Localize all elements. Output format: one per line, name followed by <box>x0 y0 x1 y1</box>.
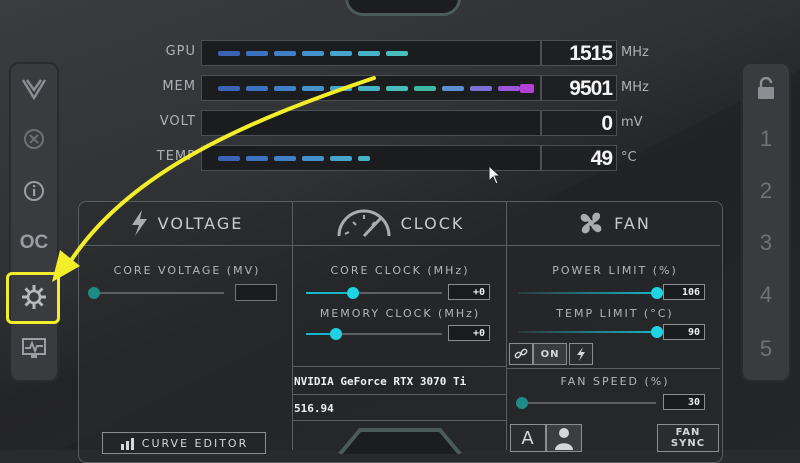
volt-label: VOLT <box>159 114 196 129</box>
fan-speed-input[interactable]: 30 <box>663 394 705 410</box>
fan-section-header: FAN <box>507 201 720 245</box>
clock-title: CLOCK <box>400 213 465 233</box>
profile-1-label: 1 <box>759 126 773 151</box>
fan-title: FAN <box>614 213 651 233</box>
temp-limit-label: TEMP LIMIT (°C) <box>556 307 674 320</box>
core-clock-knob[interactable] <box>347 287 359 299</box>
voltage-value: 0 <box>541 110 617 136</box>
user-icon <box>555 428 573 450</box>
temp-row: TEMP 49 °C <box>140 145 660 171</box>
voltage-title: VOLTAGE <box>157 213 244 233</box>
bars-icon <box>120 438 134 450</box>
top-dial-button[interactable] <box>345 0 461 16</box>
temp-value: 49 <box>541 145 617 171</box>
info-icon[interactable] <box>9 166 59 216</box>
voltage-unit: mV <box>621 115 643 130</box>
power-limit-slider[interactable] <box>518 287 663 299</box>
mem-clock-row: MEM 9501 MHz <box>140 75 660 101</box>
link-on-toggle[interactable]: ON <box>533 343 567 365</box>
core-voltage-slider[interactable] <box>88 287 224 299</box>
core-clock-input[interactable]: +0 <box>448 284 490 300</box>
clock-info-divider <box>293 366 506 367</box>
profile-2-label: 2 <box>759 178 773 203</box>
settings-highlight-box <box>6 272 60 324</box>
panel-header-divider <box>79 245 720 246</box>
fan-icon <box>580 212 602 234</box>
temp-limit-fill <box>518 331 658 333</box>
power-limit-label: POWER LIMIT (%) <box>552 264 678 277</box>
gpu-clock-row: GPU 1515 MHz <box>140 40 660 66</box>
gpu-clock-bar <box>201 40 541 66</box>
profile-2-button[interactable]: 2 <box>741 166 791 216</box>
close-circle-icon[interactable] <box>9 114 59 164</box>
memory-clock-input[interactable]: +0 <box>448 325 490 341</box>
curve-editor-button[interactable]: CURVE EDITOR <box>102 432 266 454</box>
memory-clock-slider[interactable] <box>306 328 442 340</box>
temp-limit-knob[interactable] <box>651 326 663 338</box>
temp-unit: °C <box>621 150 637 165</box>
fan-speed-label: FAN SPEED (%) <box>560 375 670 388</box>
monitor-graph-icon[interactable] <box>9 324 59 374</box>
voltage-bar <box>201 110 541 136</box>
curve-editor-label: CURVE EDITOR <box>141 436 249 450</box>
right-sidebar: 1 2 3 4 5 <box>741 62 791 382</box>
driver-version: 516.94 <box>294 402 334 415</box>
fan-speed-knob[interactable] <box>516 397 528 409</box>
speedometer-icon <box>337 209 391 238</box>
power-limit-fill <box>518 292 658 294</box>
core-clock-label: CORE CLOCK (MHz) <box>330 264 470 277</box>
oc-label: OC <box>19 232 49 253</box>
profile-3-button[interactable]: 3 <box>741 218 791 268</box>
core-clock-fill <box>306 292 353 294</box>
oc-scanner-icon[interactable]: OC <box>9 218 59 268</box>
mouse-cursor-icon <box>488 165 502 185</box>
profile-5-label: 5 <box>759 336 773 361</box>
clock-info-divider-3 <box>293 420 506 421</box>
power-limit-input[interactable]: 106 <box>663 284 705 300</box>
core-clock-slider[interactable] <box>306 287 442 299</box>
clock-section-header: CLOCK <box>293 201 506 245</box>
fan-auto-lightning-button[interactable] <box>569 343 593 365</box>
memory-clock-label: MEMORY CLOCK (MHz) <box>319 307 481 320</box>
gpu-name: NVIDIA GeForce RTX 3070 Ti <box>294 375 467 388</box>
voltage-row: VOLT 0 mV <box>140 110 660 136</box>
fan-speed-slider[interactable] <box>516 397 656 409</box>
power-limit-knob[interactable] <box>651 287 663 299</box>
memory-clock-knob[interactable] <box>330 328 342 340</box>
temp-limit-slider[interactable] <box>518 326 663 338</box>
lock-open-icon[interactable] <box>741 64 791 114</box>
fan-sync-button[interactable]: FAN SYNC <box>657 424 719 452</box>
core-voltage-input[interactable] <box>235 284 277 301</box>
core-voltage-knob[interactable] <box>88 287 100 299</box>
profile-4-button[interactable]: 4 <box>741 270 791 320</box>
link-limits-button[interactable] <box>509 343 533 365</box>
left-sidebar: OC <box>9 62 59 382</box>
lightning-icon <box>131 210 147 236</box>
core-voltage-label: CORE VOLTAGE (MV) <box>113 264 261 277</box>
mem-label: MEM <box>162 79 196 94</box>
mem-clock-value: 9501 <box>541 75 617 101</box>
profile-3-label: 3 <box>759 230 773 255</box>
profile-4-label: 4 <box>759 282 773 307</box>
gpu-clock-value: 1515 <box>541 40 617 66</box>
gpu-clock-unit: MHz <box>621 45 649 60</box>
lightning-small-icon <box>577 347 585 361</box>
temp-label: TEMP <box>156 149 196 164</box>
fan-user-button[interactable] <box>546 424 582 452</box>
msi-dragon-icon[interactable] <box>9 64 59 114</box>
fan-auto-button[interactable]: A <box>510 424 546 452</box>
profile-5-button[interactable]: 5 <box>741 324 791 374</box>
gpu-label: GPU <box>165 44 196 59</box>
temp-limit-input[interactable]: 90 <box>663 324 705 340</box>
fan-divider <box>507 368 720 369</box>
profile-1-button[interactable]: 1 <box>741 114 791 164</box>
voltage-section-header: VOLTAGE <box>79 201 292 245</box>
mem-clock-unit: MHz <box>621 80 649 95</box>
clock-info-divider-2 <box>293 394 506 395</box>
mem-clock-bar <box>201 75 541 101</box>
chain-link-icon <box>514 348 528 359</box>
